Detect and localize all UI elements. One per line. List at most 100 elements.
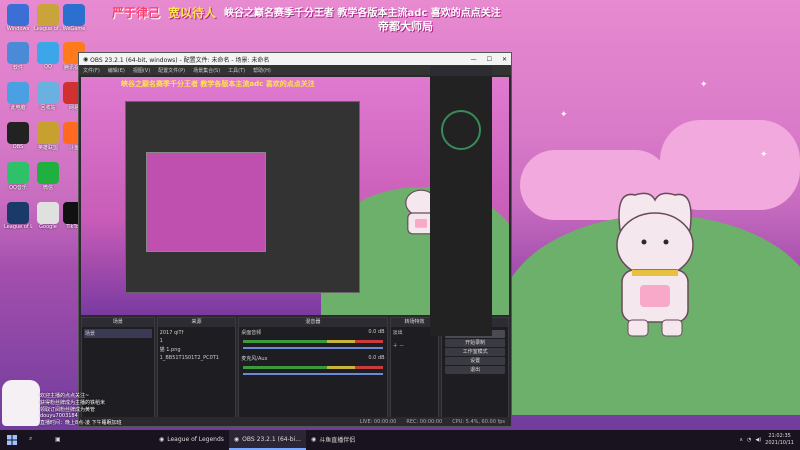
chat-overlay: 欢迎主播的点点关注~ 获得粉丝牌成为主播的铁稻米 领取订阅粉丝牌成为黄管 douyu7… [40, 392, 160, 434]
menu-item[interactable]: 帮助(H) [253, 67, 271, 74]
close-icon[interactable]: ✕ [502, 56, 507, 63]
desktop-icon[interactable]: QQ音乐 [4, 162, 32, 191]
desktop-icon[interactable]: Google [34, 202, 62, 230]
control-button[interactable]: 退出 [445, 366, 506, 374]
desktop-icon[interactable]: 微信 [34, 162, 62, 191]
minimize-icon[interactable]: — [471, 56, 477, 63]
star-decoration: ✦ [760, 150, 768, 160]
taskbar-app[interactable]: ◉ League of Legends [154, 430, 229, 450]
desktop-icon-label: OBS [12, 144, 24, 150]
start-button[interactable] [0, 430, 24, 450]
desktop-icon-grid: Windows League of... WeGame 软件 QQ 腾讯视频 此电脑 回收站网… [0, 0, 90, 430]
app-icon: ◉ [159, 435, 165, 443]
system-tray: ∧ ◔ ◀) 21:02:35 2021/10/11 [739, 433, 800, 447]
search-icon[interactable]: ⌕ [24, 430, 50, 450]
source-item[interactable]: 猫 1.png [160, 345, 234, 354]
desktop-icon-label: Google [39, 224, 57, 230]
taskbar-apps: ◉ League of Legends ◉ OBS 23.2.1 (64-bi... ◉… [154, 430, 360, 450]
app-icon [7, 4, 29, 26]
app-icon [7, 122, 29, 144]
chat-line: 领取订阅粉丝牌成为黄管 [40, 407, 96, 413]
source-item[interactable]: 2017 qiTf [160, 329, 234, 337]
desktop-icon-label: QQ音乐 [9, 185, 27, 191]
desktop-icon[interactable]: League of Legends [4, 202, 32, 230]
taskbar-app-label: League of Legends [167, 435, 224, 443]
network-icon[interactable]: ◔ [747, 437, 751, 443]
transition-add-remove[interactable]: ＋ － [393, 342, 437, 349]
desktop-icon[interactable]: OBS [4, 122, 32, 150]
control-button[interactable]: 工作室模式 [445, 348, 506, 356]
live-companion-panel[interactable] [430, 66, 492, 336]
app-icon [37, 42, 59, 64]
menu-item[interactable]: 配置文件(P) [158, 67, 185, 74]
clock-date: 2021/10/11 [765, 440, 794, 446]
nested-obs-preview [125, 101, 360, 293]
source-item[interactable]: 1_BB51T1S01T2_PC0T1 [160, 354, 234, 362]
banner-slogan-1: 严于律己 [112, 6, 161, 20]
desktop-icon[interactable]: League of... [34, 4, 62, 32]
desktop-icon-label: 此电脑 [10, 105, 26, 111]
app-icon [37, 202, 59, 224]
desktop-icon[interactable]: 回收站 [34, 82, 62, 111]
app-icon: ◉ [233, 435, 240, 443]
companion-panel-header [430, 66, 492, 76]
desktop-icon[interactable]: 软件 [4, 42, 32, 71]
desktop-icon[interactable]: 此电脑 [4, 82, 32, 111]
app-icon [7, 162, 29, 184]
scene-item[interactable]: 场景 [84, 329, 152, 338]
taskbar-app[interactable]: ◉ 斗鱼直播伴侣 [306, 430, 360, 450]
star-decoration: ✦ [700, 80, 708, 90]
menu-item[interactable]: 场景集合(S) [193, 67, 220, 74]
task-view-icon[interactable]: ▣ [50, 430, 76, 450]
desktop-icon-label: League of Legends [4, 224, 32, 230]
status-item: LIVE: 00:00:00 [359, 418, 397, 425]
volume-meter [243, 366, 383, 369]
source-item[interactable]: 1 [160, 337, 234, 345]
obs-titlebar[interactable]: ◉ OBS 23.2.1 (64-bit, windows) - 配置文件: 未… [79, 53, 511, 65]
desktop-icon[interactable]: QQ [34, 42, 62, 70]
sources-dock-header: 来源 [157, 318, 236, 327]
desktop-icon[interactable]: Windows [4, 4, 32, 32]
companion-record-circle[interactable] [441, 110, 481, 150]
volume-meter [243, 340, 383, 343]
volume-slider[interactable] [243, 347, 383, 349]
scenes-list: 场景 [82, 327, 154, 340]
menu-item[interactable]: 编辑(E) [108, 67, 125, 74]
clock[interactable]: 21:02:35 2021/10/11 [765, 433, 794, 447]
app-icon: ◉ [310, 435, 317, 443]
desktop-icon-label: WeGame [62, 26, 86, 32]
taskbar-app-label: OBS 23.2.1 (64-bi... [242, 435, 301, 443]
status-item: CPU: 5.4%, 60.00 fps [452, 418, 505, 425]
cat-astronaut-sticker [616, 192, 694, 337]
maximize-icon[interactable]: ☐ [487, 56, 492, 63]
desktop-icon[interactable]: 英雄联盟 [34, 122, 62, 151]
menu-item[interactable]: 工具(T) [228, 67, 245, 74]
obs-window-title: OBS 23.2.1 (64-bit, windows) - 配置文件: 未命名… [90, 56, 270, 64]
menu-item[interactable]: 视图(V) [133, 67, 150, 74]
chat-line: 直播时间：晚上8点-凌 下午睡眠加班 [40, 420, 122, 426]
clock-time: 21:02:35 [768, 433, 791, 439]
volume-slider[interactable] [243, 373, 383, 375]
control-button[interactable]: 设置 [445, 357, 506, 365]
app-icon [63, 4, 85, 26]
control-button[interactable]: 开始录制 [445, 339, 506, 347]
taskbar-app[interactable]: ◉ OBS 23.2.1 (64-bi... [228, 430, 306, 450]
menu-item[interactable]: 文件(F) [83, 67, 100, 74]
mixer-tracks: 桌面音频 0.0 dB 麦克风/Aux 0.0 dB [239, 327, 386, 383]
preview-banner-text: 峡谷之巅名赛季千分王者 教学各版本主流adc 喜欢的点点关注 [121, 80, 315, 88]
desktop-icon[interactable]: WeGame [60, 4, 88, 32]
app-icon [37, 82, 59, 104]
chat-line: 欢迎主播的点点关注~ [40, 393, 90, 399]
mixer-dock: 混音器 桌面音频 0.0 dB 麦克风/Aux 0.0 dB [238, 317, 388, 425]
mixer-dock-header: 混音器 [239, 318, 387, 327]
app-icon [37, 4, 59, 26]
obs-app-icon: ◉ [83, 55, 91, 63]
app-icon [7, 82, 29, 104]
banner-subtitle: 帝都大师局 [378, 20, 433, 33]
desktop-icon-label: 回收站 [40, 105, 56, 111]
tray-chevron-icon[interactable]: ∧ [739, 437, 743, 443]
status-item: REC: 00:00:00 [406, 418, 443, 425]
desktop-icon-label: Windows [6, 26, 30, 32]
desktop-icon-label: 英雄联盟 [37, 145, 58, 151]
volume-icon[interactable]: ◀) [755, 437, 761, 443]
